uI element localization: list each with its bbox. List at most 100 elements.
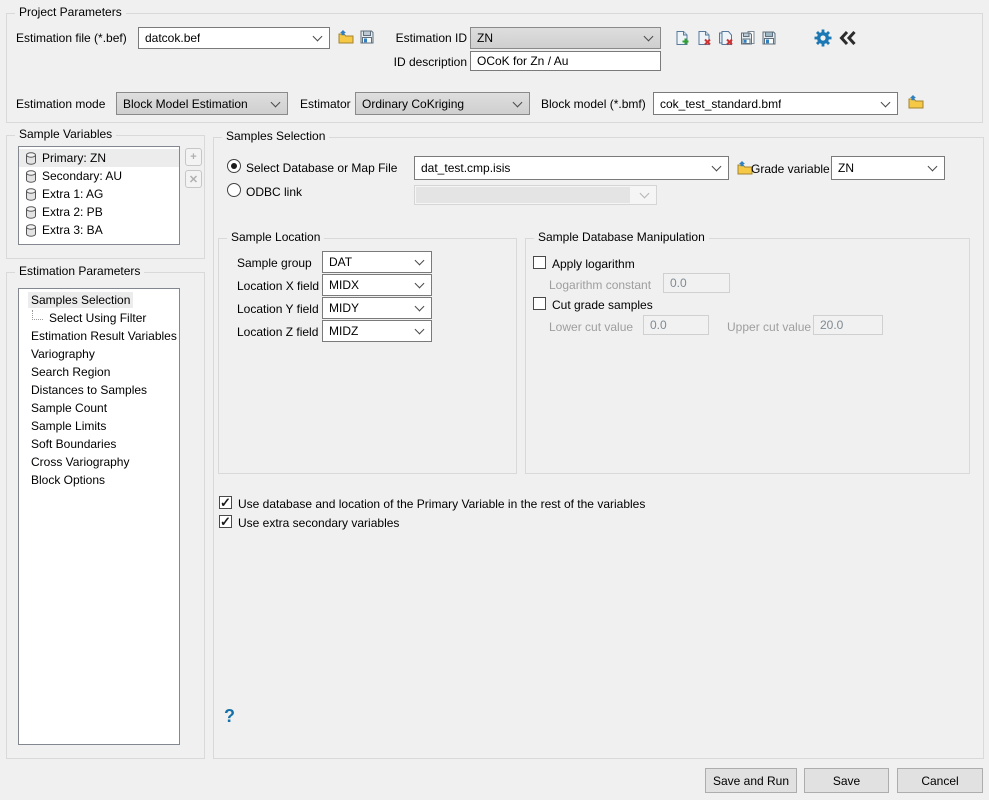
sample-variable-item[interactable]: Extra 1: AG — [19, 185, 179, 203]
lower-cut-label: Lower cut value — [549, 320, 633, 334]
tree-item-sample-limits[interactable]: Sample Limits — [19, 417, 179, 435]
chevron-down-icon — [415, 256, 425, 266]
chevron-down-icon — [415, 325, 425, 335]
tree-item-sample-count[interactable]: Sample Count — [19, 399, 179, 417]
delete-estimation-id-button[interactable] — [695, 29, 712, 46]
sample-group-combo[interactable]: DAT — [322, 251, 432, 273]
help-icon[interactable]: ? — [224, 706, 235, 727]
sample-location-title: Sample Location — [227, 230, 324, 244]
location-z-combo[interactable]: MIDZ — [322, 320, 432, 342]
sample-variable-item[interactable]: Secondary: AU — [19, 167, 179, 185]
block-model-label: Block model (*.bmf) — [541, 97, 646, 111]
tree-item-cross-variography[interactable]: Cross Variography — [19, 453, 179, 471]
tree-item-block-options[interactable]: Block Options — [19, 471, 179, 489]
open-folder-icon — [907, 94, 925, 110]
sample-variable-label: Primary: ZN — [42, 151, 106, 165]
estimation-parameters-tree[interactable]: Samples Selection Select Using Filter Es… — [18, 288, 180, 745]
grade-variable-combo[interactable]: ZN — [831, 156, 945, 180]
cancel-button[interactable]: Cancel — [897, 768, 983, 793]
sample-group-label: Sample group — [237, 256, 312, 270]
chevron-down-icon — [881, 97, 891, 107]
location-x-combo[interactable]: MIDX — [322, 274, 432, 296]
sample-variable-label: Extra 2: PB — [42, 205, 103, 219]
tree-item-distances-to-samples[interactable]: Distances to Samples — [19, 381, 179, 399]
save-all-estimation-ids-button[interactable] — [760, 29, 777, 46]
tree-item-soft-boundaries[interactable]: Soft Boundaries — [19, 435, 179, 453]
tree-item-samples-selection[interactable]: Samples Selection — [19, 291, 179, 309]
save-and-run-button[interactable]: Save and Run — [705, 768, 797, 793]
sample-variables-list[interactable]: Primary: ZN Secondary: AU Extra 1: AG Ex… — [18, 146, 180, 245]
remove-variable-button[interactable]: ✕ — [185, 170, 202, 188]
id-description-value: OCoK for Zn / Au — [477, 54, 568, 68]
use-primary-variable-checkbox[interactable] — [219, 496, 232, 509]
save-estimation-id-button[interactable] — [739, 29, 756, 46]
estimation-file-combo[interactable]: datcok.bef — [138, 27, 330, 49]
estimator-value: Ordinary CoKriging — [362, 97, 464, 111]
double-left-chevron-icon — [839, 31, 857, 45]
select-database-radio[interactable] — [227, 159, 241, 173]
select-database-radio-label: Select Database or Map File — [246, 161, 397, 175]
document-add-icon — [674, 30, 690, 46]
cut-grade-samples-checkbox[interactable] — [533, 297, 546, 310]
estimation-dialog: Project Parameters Estimation file (*.be… — [0, 0, 989, 800]
chevron-down-icon — [640, 189, 650, 199]
logarithm-constant-field: 0.0 — [663, 273, 730, 293]
add-estimation-id-button[interactable] — [673, 29, 690, 46]
document-delete-icon — [696, 30, 712, 46]
tree-connector — [32, 310, 43, 320]
sample-variable-item[interactable]: Primary: ZN — [19, 149, 179, 167]
chevron-down-icon — [513, 97, 523, 107]
logarithm-constant-label: Logarithm constant — [549, 278, 651, 292]
cut-grade-samples-label: Cut grade samples — [552, 298, 653, 312]
id-description-label: ID description — [380, 55, 467, 69]
project-parameters-title: Project Parameters — [15, 5, 126, 19]
location-z-label: Location Z field — [237, 325, 318, 339]
collapse-panel-button[interactable] — [838, 30, 858, 46]
add-variable-button[interactable]: + — [185, 148, 202, 166]
upper-cut-label: Upper cut value — [727, 320, 811, 334]
estimation-file-label: Estimation file (*.bef) — [16, 31, 127, 45]
tree-item-select-using-filter[interactable]: Select Using Filter — [19, 309, 179, 327]
gear-icon — [813, 28, 833, 48]
database-icon — [25, 170, 37, 183]
open-estimation-file-button[interactable] — [337, 28, 355, 46]
sample-db-manipulation-group: Sample Database Manipulation — [525, 238, 970, 474]
apply-logarithm-checkbox[interactable] — [533, 256, 546, 269]
location-y-label: Location Y field — [237, 302, 319, 316]
id-description-field[interactable]: OCoK for Zn / Au — [470, 51, 661, 71]
settings-button[interactable] — [813, 28, 833, 48]
use-extra-secondary-checkbox[interactable] — [219, 515, 232, 528]
tree-item-estimation-result-variables[interactable]: Estimation Result Variables — [19, 327, 179, 345]
estimation-mode-value: Block Model Estimation — [123, 97, 248, 111]
location-y-combo[interactable]: MIDY — [322, 297, 432, 319]
database-icon — [25, 152, 37, 165]
odbc-link-radio[interactable] — [227, 183, 241, 197]
sample-db-manipulation-title: Sample Database Manipulation — [534, 230, 709, 244]
block-model-combo[interactable]: cok_test_standard.bmf — [653, 92, 898, 115]
sample-variables-title: Sample Variables — [15, 127, 116, 141]
chevron-down-icon — [415, 302, 425, 312]
database-file-combo[interactable]: dat_test.cmp.isis — [414, 156, 729, 180]
block-model-value: cok_test_standard.bmf — [660, 97, 781, 111]
estimation-mode-combo[interactable]: Block Model Estimation — [116, 92, 288, 115]
delete-all-estimation-ids-button[interactable] — [717, 29, 734, 46]
tree-item-search-region[interactable]: Search Region — [19, 363, 179, 381]
estimation-id-combo[interactable]: ZN — [470, 27, 661, 49]
estimation-file-value: datcok.bef — [145, 31, 200, 45]
estimation-id-value: ZN — [477, 31, 493, 45]
database-icon — [25, 206, 37, 219]
open-block-model-button[interactable] — [907, 93, 925, 111]
save-estimation-file-button[interactable] — [358, 28, 376, 46]
save-button[interactable]: Save — [804, 768, 889, 793]
estimator-combo[interactable]: Ordinary CoKriging — [355, 92, 530, 115]
upper-cut-field: 20.0 — [813, 315, 883, 335]
use-primary-variable-label: Use database and location of the Primary… — [238, 497, 645, 511]
estimator-label: Estimator — [300, 97, 351, 111]
database-icon — [25, 188, 37, 201]
sample-variable-item[interactable]: Extra 2: PB — [19, 203, 179, 221]
tree-item-variography[interactable]: Variography — [19, 345, 179, 363]
grade-variable-value: ZN — [838, 161, 854, 175]
sample-variable-item[interactable]: Extra 3: BA — [19, 221, 179, 239]
chevron-down-icon — [644, 32, 654, 42]
chevron-down-icon — [313, 32, 323, 42]
